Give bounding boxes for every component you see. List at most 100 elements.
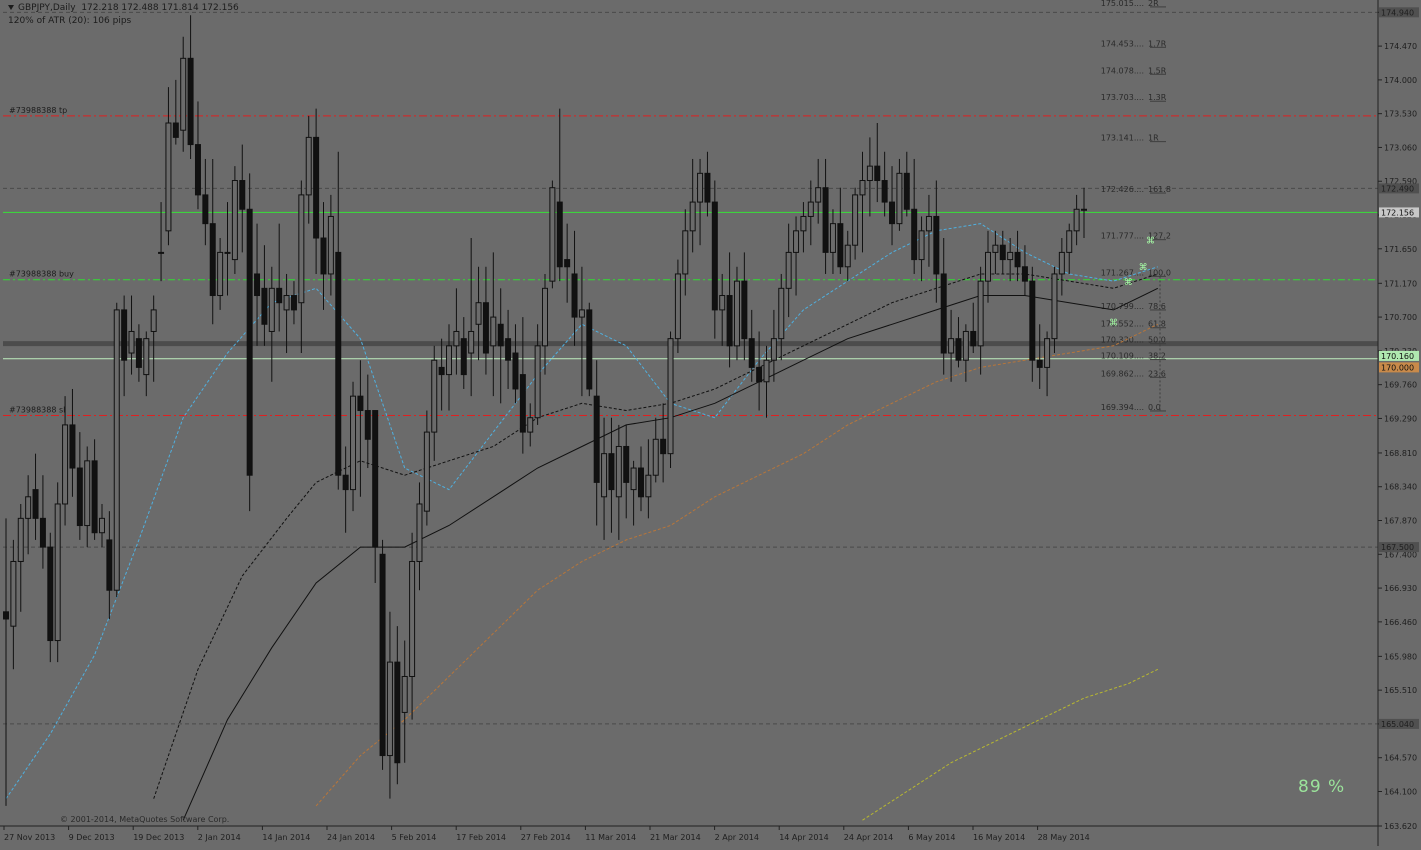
candle-body-bear — [239, 180, 246, 210]
candle-body-bear — [1014, 251, 1021, 268]
candle-body-bull — [150, 309, 157, 332]
candle-body-bull — [652, 438, 659, 476]
candle-body-bear — [357, 395, 364, 412]
candle-body-bear — [1036, 359, 1043, 368]
fib-level-tag: 1.7R — [1148, 39, 1167, 48]
price-tick-label: 164.570 — [1384, 754, 1417, 763]
candle-body-bear — [903, 172, 910, 210]
candle-body-bull — [231, 180, 238, 261]
candle-body-bull — [918, 230, 925, 261]
candle-body-bull — [386, 661, 393, 757]
fib-level-tag: 100.0 — [1148, 268, 1171, 277]
candle-body-bull — [1007, 251, 1014, 261]
ohlc-readout: 172.218 172.488 171.814 172.156 — [81, 3, 239, 13]
candle-body-bull — [10, 560, 17, 627]
fib-level-tag: 0.0 — [1148, 403, 1161, 412]
candle-body-bull — [925, 215, 932, 232]
candle-body-bear — [822, 187, 829, 253]
candle-body-bear — [47, 546, 54, 642]
trade-label-tp: #73988388 tp — [9, 106, 67, 115]
candle-body-bear — [261, 287, 268, 325]
win-percent-label: 89 % — [1298, 777, 1346, 797]
price-tick-label: 165.980 — [1384, 652, 1417, 661]
candle-body-bear — [556, 201, 563, 268]
candle-body-bull — [615, 445, 622, 498]
time-tick-label: 16 May 2014 — [973, 833, 1025, 842]
fib-level-price: 170.109.... — [1101, 352, 1144, 361]
candle-body-bear — [999, 244, 1006, 261]
price-tag-label: 165.040 — [1381, 720, 1414, 729]
fib-level-tag: 1.5R — [1148, 66, 1167, 75]
time-tick-label: 2 Jan 2014 — [198, 833, 241, 842]
candle-body-bear — [519, 374, 526, 433]
trade-label-buy: #73988388 buy — [9, 270, 74, 279]
price-tick-label: 173.530 — [1384, 110, 1417, 119]
candle-body-bull — [62, 424, 69, 505]
fib-level-price: 169.394.... — [1101, 403, 1144, 412]
collapse-triangle-icon[interactable] — [8, 5, 14, 10]
time-tick-label: 2 Apr 2014 — [715, 833, 759, 842]
candle-body-bear — [874, 165, 881, 182]
candle-body-bull — [446, 345, 453, 376]
candle-body-bear — [660, 438, 667, 455]
candle-body-bear — [911, 208, 918, 261]
candle-body-bull — [416, 503, 423, 562]
candle-body-bull — [948, 338, 955, 354]
candle-body-bull — [770, 338, 777, 361]
time-tick-label: 24 Apr 2014 — [844, 833, 893, 842]
fib-level-tag: 78.6 — [1148, 302, 1166, 311]
candle-body-bull — [350, 395, 357, 491]
candle-body-bear — [246, 208, 253, 476]
fib-level-tag: 50.0 — [1148, 336, 1166, 345]
candle-body-bull — [409, 560, 416, 677]
candle-body-bull — [224, 251, 231, 254]
candle-body-bear — [187, 57, 194, 146]
price-tick-label: 168.810 — [1384, 449, 1417, 458]
price-tag-label: 170.000 — [1381, 363, 1414, 372]
fib-level-tag: 38.2 — [1148, 352, 1166, 361]
candle-body-bull — [490, 316, 497, 347]
indicator-label: 120% of ATR (20): 106 pips — [8, 16, 132, 26]
copyright-text: © 2001-2014, MetaQuotes Software Corp. — [60, 815, 230, 824]
time-tick-label: 24 Jan 2014 — [327, 833, 375, 842]
candle-body-bear — [940, 273, 947, 354]
time-tick-label: 14 Apr 2014 — [779, 833, 828, 842]
candle — [549, 180, 556, 289]
candle-body-bear — [438, 366, 445, 376]
candle-body-bull — [98, 517, 105, 534]
fib-level-tag: 1R — [1148, 134, 1159, 143]
candle-body-bull — [844, 244, 851, 268]
candle-body-bull — [453, 330, 460, 347]
candle-body-bear — [571, 273, 578, 318]
candle-body-bull — [682, 230, 689, 275]
candle-body-bear — [172, 122, 179, 138]
candlestick-chart[interactable]: 175.015.... 2R 174.453.... 1.7R 174.078.... 1… — [0, 0, 1421, 846]
candle-body-bull — [630, 467, 637, 491]
candle-body-bull — [401, 675, 408, 713]
time-tick-label: 17 Feb 2014 — [456, 833, 506, 842]
candle-body-bear — [76, 467, 83, 527]
chart-window[interactable]: 175.015.... 2R 174.453.... 1.7R 174.078.... 1… — [0, 0, 1421, 846]
candle-body-bull — [674, 273, 681, 340]
candle-body-bear — [955, 338, 962, 361]
candle-body-bull — [268, 287, 275, 332]
fib-level-price: 175.015.... — [1101, 0, 1144, 8]
signal-marker-icon: ⌘ — [1109, 318, 1118, 328]
fib-level-tag: 23.6 — [1148, 369, 1166, 378]
candle-body-bear — [3, 611, 9, 620]
fib-level-price: 173.141.... — [1101, 134, 1144, 143]
candle-body-bear — [364, 410, 371, 440]
candle-body-bull — [113, 309, 120, 591]
candle-body-bull — [54, 503, 61, 642]
candle-body-bear — [748, 338, 755, 368]
candle-body-bear — [121, 309, 128, 361]
candle-body-bear — [91, 460, 98, 534]
candle-body-bear — [379, 553, 386, 757]
candle-body-bull — [1058, 251, 1065, 275]
candle-body-bull — [763, 359, 770, 383]
candle-body-bear — [505, 338, 512, 361]
fib-level-price: 170.552.... — [1101, 320, 1144, 329]
candle-body-bull — [601, 453, 608, 498]
time-tick-label: 21 Mar 2014 — [650, 833, 701, 842]
candle-body-bear — [290, 295, 297, 311]
